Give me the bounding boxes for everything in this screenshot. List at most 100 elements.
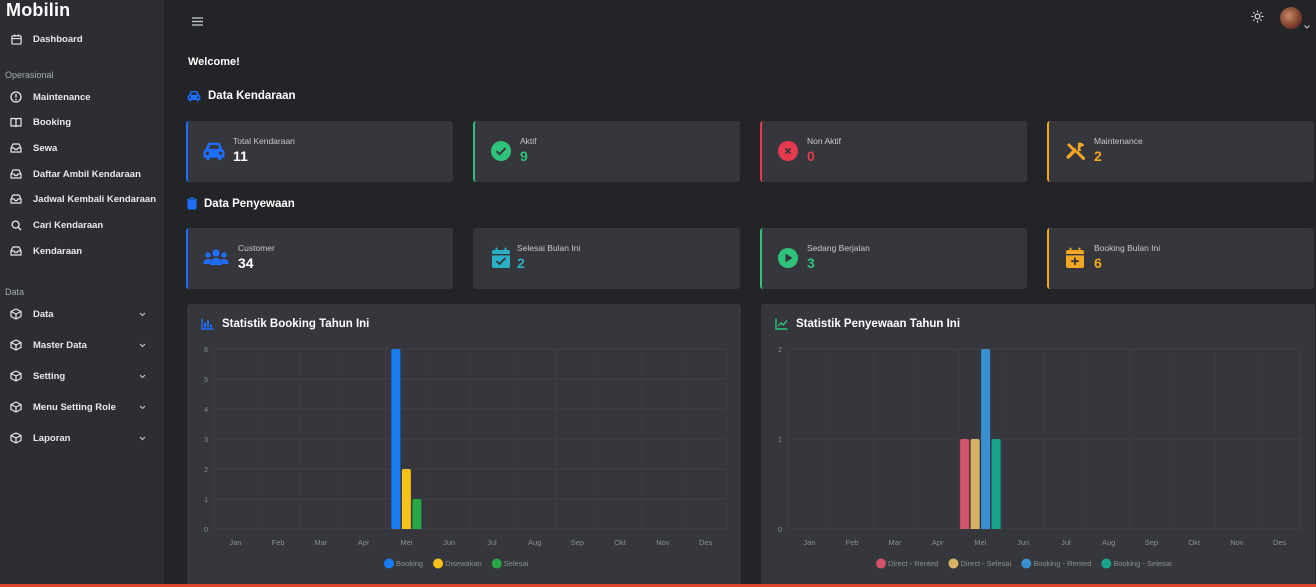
y-tick-label: 4	[204, 407, 208, 414]
sidebar-item-label: Data	[33, 308, 54, 320]
sidebar-item-label: Setting	[33, 370, 66, 382]
y-tick-label: 0	[204, 527, 208, 534]
info-circle-icon	[9, 90, 23, 104]
x-tick-label: Des	[699, 538, 713, 547]
sidebar-item-maintenance[interactable]: Maintenance	[0, 86, 164, 108]
stat-label: Aktif	[520, 136, 537, 146]
app: Mobilin Dashboard Operasional Maintenanc…	[0, 0, 1316, 587]
sidebar-section-operasional: Operasional	[5, 70, 54, 80]
bar	[981, 349, 991, 529]
theme-toggle-sun-icon[interactable]	[1251, 10, 1264, 28]
user-avatar[interactable]	[1280, 7, 1302, 29]
sidebar-item-kendaraan[interactable]: Kendaraan	[0, 240, 164, 262]
stat-value: 3	[807, 255, 815, 271]
sidebar-item-booking[interactable]: Booking	[0, 111, 164, 133]
sidebar-item-master-data[interactable]: Master Data	[0, 334, 164, 356]
legend-label: Selesai	[504, 559, 529, 568]
sidebar-item-data[interactable]: Data	[0, 303, 164, 325]
sidebar-item-cari-kendaraan[interactable]: Cari Kendaraan	[0, 214, 164, 236]
sidebar-item-laporan[interactable]: Laporan	[0, 427, 164, 449]
bar	[970, 439, 980, 529]
y-tick-label: 2	[204, 467, 208, 474]
x-tick-label: Jan	[803, 538, 815, 547]
bar	[401, 469, 411, 529]
stat-value: 11	[233, 148, 248, 164]
search-icon	[9, 218, 23, 232]
tools-icon	[1063, 139, 1087, 163]
sidebar-section-data: Data	[5, 287, 25, 297]
x-tick-label: Okt	[614, 538, 627, 547]
chevron-down-icon	[139, 309, 146, 320]
y-tick-label: 6	[204, 347, 208, 354]
topbar	[164, 0, 1316, 38]
stat-label: Total Kendaraan	[233, 136, 295, 146]
stat-label: Maintenance	[1094, 136, 1143, 146]
calendar-plus-icon	[1063, 246, 1087, 270]
sidebar-item-label: Dashboard	[33, 33, 83, 45]
sidebar-item-label: Maintenance	[33, 91, 91, 103]
sidebar-item-label: Kendaraan	[33, 245, 83, 257]
legend-label: Direct - Rented	[888, 559, 938, 568]
legend-marker	[1021, 558, 1032, 569]
legend-label: Booking - Selesai	[1113, 559, 1172, 568]
sidebar-item-setting[interactable]: Setting	[0, 365, 164, 387]
cube-icon	[9, 400, 23, 414]
x-tick-label: Aug	[528, 538, 541, 547]
x-tick-label: Jan	[229, 538, 241, 547]
legend-marker	[1101, 558, 1112, 569]
bar	[391, 349, 401, 529]
bar	[991, 439, 1001, 529]
bar	[960, 439, 970, 529]
stat-card-maintenance: Maintenance 2	[1047, 121, 1314, 182]
section-title-label: Data Kendaraan	[208, 90, 296, 102]
sidebar-item-label: Jadwal Kembali Kendaraan	[33, 193, 157, 205]
sidebar-item-jadwal-kembali-kendaraan[interactable]: Jadwal Kembali Kendaraan	[0, 188, 164, 210]
x-tick-label: Okt	[1188, 538, 1201, 547]
chart-panel-penyewaan: 0 1 2 Jan Feb Mar Apr Mei Jun Jul Aug Sep Okt Nov Des D…	[761, 304, 1315, 587]
stat-card-sedang-berjalan: Sedang Berjalan 3	[760, 228, 1027, 289]
sidebar-item-dashboard[interactable]: Dashboard	[0, 28, 164, 50]
sidebar-item-sewa[interactable]: Sewa	[0, 137, 164, 159]
car-icon	[187, 90, 201, 102]
sidebar-item-menu-setting-role[interactable]: Menu Setting Role	[0, 396, 164, 418]
sidebar-item-label: Sewa	[33, 142, 58, 154]
x-tick-label: Apr	[358, 538, 370, 547]
car-icon	[202, 139, 226, 163]
x-tick-label: Jul	[1061, 538, 1071, 547]
inbox-icon	[9, 167, 23, 181]
brand-logo[interactable]: Mobilin	[6, 0, 70, 21]
stat-label: Sedang Berjalan	[807, 243, 870, 253]
x-tick-label: Feb	[846, 538, 859, 547]
legend-marker	[876, 558, 886, 569]
x-tick-label: Mar	[314, 538, 327, 547]
stat-value: 0	[807, 148, 815, 164]
legend-label: Direct - Selesai	[960, 559, 1011, 568]
legend-marker	[384, 558, 394, 569]
x-tick-label: Apr	[932, 538, 944, 547]
stat-label: Customer	[238, 243, 275, 253]
chevron-down-icon	[139, 433, 146, 444]
chevron-down-icon[interactable]	[1304, 16, 1310, 34]
sidebar-item-label: Booking	[33, 116, 71, 128]
sidebar-item-label: Laporan	[33, 432, 71, 444]
cube-icon	[9, 431, 23, 445]
y-tick-label: 0	[778, 527, 782, 534]
stat-label: Selesai Bulan Ini	[517, 243, 581, 253]
cube-icon	[9, 369, 23, 383]
bar-chart-icon	[201, 318, 214, 330]
sidebar: Mobilin Dashboard Operasional Maintenanc…	[0, 0, 164, 587]
chart-title: Statistik Booking Tahun Ini	[201, 318, 369, 330]
chart-title: Statistik Penyewaan Tahun Ini	[775, 318, 960, 330]
chevron-down-icon	[139, 340, 146, 351]
clipboard-icon	[187, 197, 197, 210]
check-circle-icon	[489, 139, 513, 163]
cube-icon	[9, 338, 23, 352]
calendar-icon	[9, 32, 23, 46]
stat-value: 2	[517, 255, 525, 271]
book-icon	[9, 115, 23, 129]
menu-toggle-icon[interactable]	[192, 13, 203, 31]
stat-card-total-kendaraan: Total Kendaraan 11	[186, 121, 453, 182]
welcome-heading: Welcome!	[188, 56, 240, 68]
sidebar-item-daftar-ambil-kendaraan[interactable]: Daftar Ambil Kendaraan	[0, 163, 164, 185]
y-tick-label: 1	[778, 437, 782, 444]
